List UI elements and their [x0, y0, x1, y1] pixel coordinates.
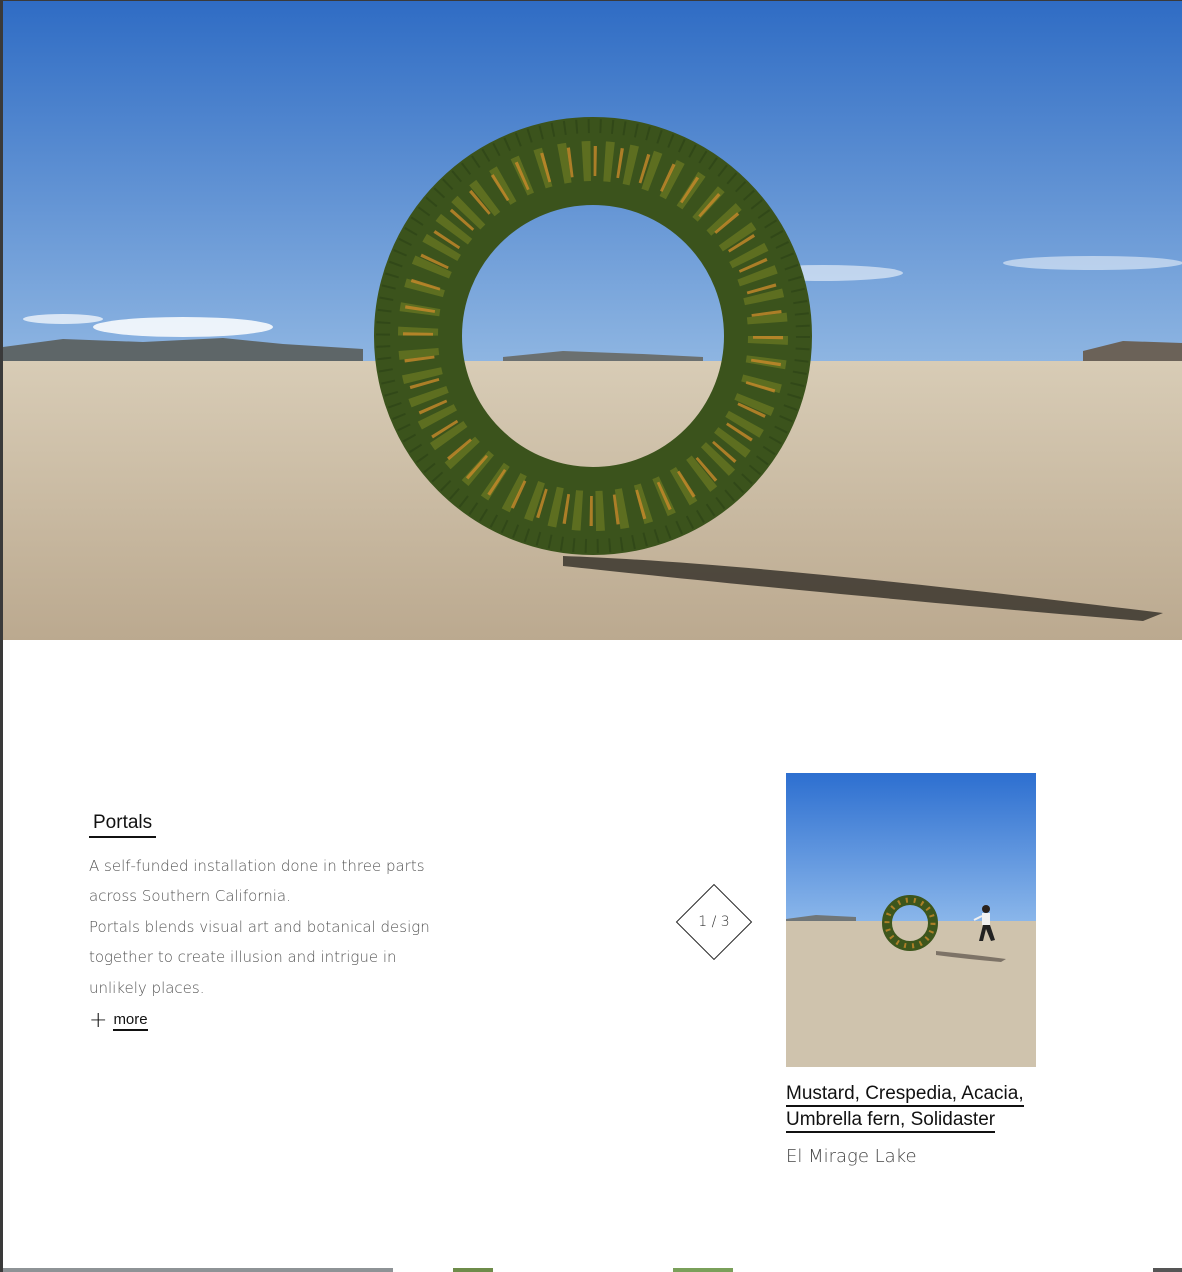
strip-segment [673, 1268, 733, 1272]
caption-line: Mustard, Crespedia, Acacia, [786, 1083, 1024, 1107]
caption-line: Umbrella fern, Solidaster [786, 1109, 996, 1133]
plant-caption[interactable]: Mustard, Crespedia, Acacia, Umbrella fer… [786, 1081, 1066, 1133]
strip-segment [733, 1268, 1153, 1272]
next-section-preview [3, 1268, 1182, 1272]
description-paragraph: A self-funded installation done in three… [89, 857, 425, 906]
hero-wreath-photo-icon [3, 1, 1182, 640]
location-label: El Mirage Lake [786, 1146, 917, 1167]
project-title-link[interactable]: Portals [89, 812, 157, 838]
strip-segment [453, 1268, 493, 1272]
strip-segment [493, 1268, 673, 1272]
slide-counter-text: 1 / 3 [698, 914, 730, 930]
more-toggle[interactable]: + more [89, 1010, 148, 1032]
more-label: more [113, 1011, 148, 1031]
slide-counter: 1 / 3 [675, 883, 753, 961]
strip-segment [1153, 1268, 1182, 1272]
project-description: A self-funded installation done in three… [89, 851, 439, 1003]
wreath-thumbnail-photo-icon [786, 773, 1036, 1067]
plus-icon: + [89, 1008, 108, 1033]
strip-segment [3, 1268, 393, 1272]
gallery-thumbnail[interactable] [786, 773, 1036, 1067]
strip-segment [393, 1268, 453, 1272]
hero-image [3, 1, 1182, 640]
description-paragraph: Portals blends visual art and botanical … [89, 917, 430, 997]
